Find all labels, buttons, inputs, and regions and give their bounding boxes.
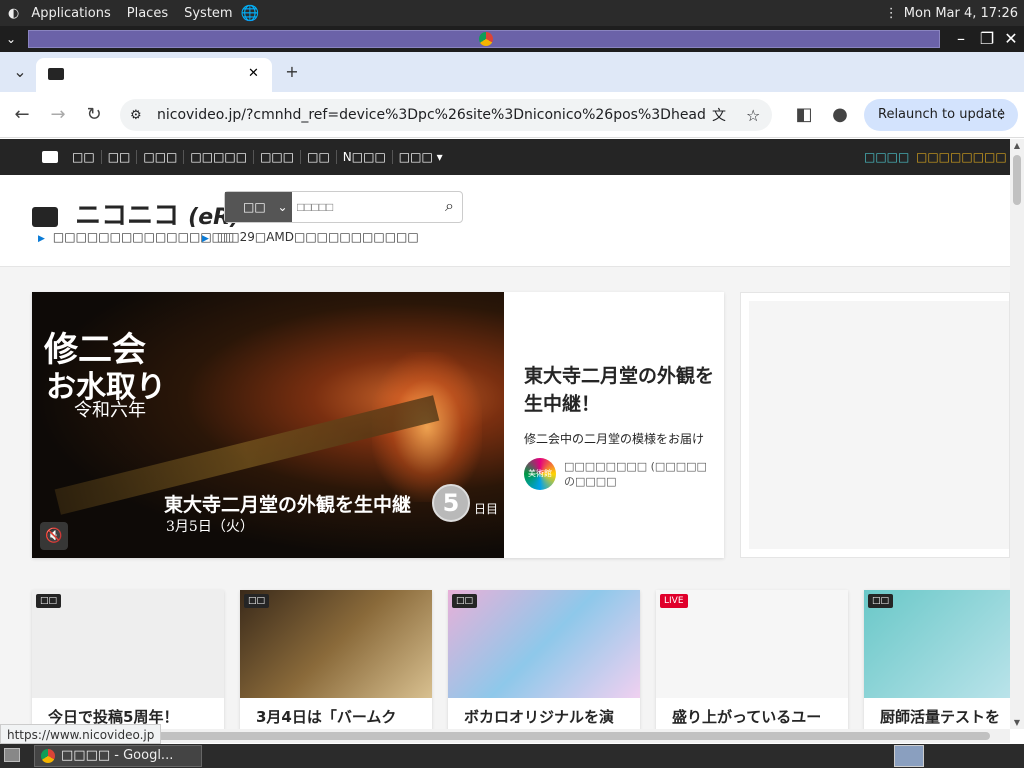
nav-item[interactable]: □□□□□ (184, 150, 255, 164)
address-bar[interactable]: ⚙ nicovideo.jp/?cmnhd_ref=device%3Dpc%26… (120, 99, 772, 131)
reload-icon[interactable]: ↻ (82, 103, 106, 127)
tab-niconico[interactable]: ✕ (36, 58, 272, 92)
nav-item[interactable]: N□□□ (337, 150, 393, 164)
new-tab-icon[interactable]: + (280, 60, 304, 84)
day-badge: 5 (432, 484, 470, 522)
featured-description: 修二会中の二月堂の模様をお届け (524, 432, 705, 446)
card-tag: □□ (244, 594, 270, 608)
nav-item[interactable]: □□ (301, 150, 337, 164)
card-title[interactable]: 3月4日は「バームク (256, 706, 432, 727)
scroll-up-icon[interactable]: ▲ (1010, 141, 1024, 150)
content-card[interactable]: □□ 厨師活量テストを (864, 590, 1010, 729)
search-category-select[interactable]: □□ ⌄ (225, 192, 292, 222)
window-menu-chevron-icon[interactable]: ⌄ (0, 32, 16, 46)
horizontal-scrollbar[interactable] (150, 729, 1010, 743)
web-page: □□ □□ □□□ □□□□□ □□□ □□ N□□□ □□□ ▾ □□□□ □… (0, 139, 1010, 729)
search-category-label: □□ (243, 200, 266, 214)
applications-menu[interactable]: Applications (23, 6, 118, 21)
minimize-icon[interactable]: – (950, 28, 972, 50)
ad-box (740, 292, 1010, 558)
nav-right-link-1[interactable]: □□□□ (864, 150, 909, 164)
day-badge-suffix: 日目 (474, 502, 499, 516)
browser-toolbar: ← → ↻ ⚙ nicovideo.jp/?cmnhd_ref=device%3… (0, 92, 1024, 138)
nav-item[interactable]: □□□ (137, 150, 185, 164)
kebab-menu-icon[interactable]: ⋮ (995, 99, 1008, 131)
mute-icon[interactable]: 🔇 (40, 522, 68, 550)
nav-item[interactable]: □□ (102, 150, 138, 164)
maximize-icon[interactable]: ❐ (976, 28, 998, 50)
nav-item[interactable]: □□ (66, 150, 102, 164)
featured-image-year: 令和六年 (74, 400, 146, 421)
logo-text: ニコニコ (75, 201, 180, 231)
tab-strip: ⌄ ✕ + (0, 52, 1024, 92)
profile-icon[interactable]: ● (828, 103, 852, 127)
featured-image-caption: 東大寺二月堂の外観を生中継 (164, 494, 412, 516)
bottom-panel: □□□□ - Googl... (0, 744, 1024, 768)
search-box: □□ ⌄ ⌕ (224, 191, 463, 223)
site-info-icon[interactable]: ⚙ (130, 108, 142, 123)
nav-right-link-2[interactable]: □□□□□□□□ (916, 150, 1007, 164)
relaunch-label: Relaunch to update (878, 107, 1006, 122)
card-tag: □□ (868, 594, 894, 608)
translate-icon[interactable]: 文 (712, 105, 726, 125)
top-panel: ◐ Applications Places System 🌐 ⋮ Mon Mar… (0, 0, 1024, 26)
niconico-logo[interactable]: ニコニコ (eR) (32, 195, 240, 232)
content-card[interactable]: □□ 3月4日は「バームク (240, 590, 432, 729)
card-title[interactable]: 厨師活量テストを (880, 706, 1010, 727)
window-titlebar: ⌄ – ❐ ✕ (0, 26, 1024, 52)
nav-item[interactable]: □□□ (254, 150, 302, 164)
search-input[interactable] (297, 196, 427, 218)
trend-link-2[interactable]: □□29□AMD□□□□□□□□□□□ (202, 230, 419, 244)
featured-image-date: 3月5日（火） (166, 519, 254, 535)
content-card[interactable]: □□ 今日で投稿5周年！ (32, 590, 224, 729)
relaunch-to-update-button[interactable]: Relaunch to update ⋮ (864, 99, 1018, 131)
site-nav-bar: □□ □□ □□□ □□□□□ □□□ □□ N□□□ □□□ ▾ □□□□ □… (0, 139, 1010, 175)
niconico-tv-icon[interactable] (42, 151, 58, 163)
content-card[interactable]: LIVE 盛り上がっているユー (656, 590, 848, 729)
tab-close-icon[interactable]: ✕ (248, 66, 259, 81)
featured-title[interactable]: 東大寺二月堂の外観を生中継！ (524, 362, 714, 418)
search-icon[interactable]: ⌕ (445, 196, 454, 216)
featured-banner[interactable]: 修二会 お水取り 令和六年 東大寺二月堂の外観を生中継 3月5日（火） 5 日目… (32, 292, 724, 558)
back-icon[interactable]: ← (10, 103, 34, 127)
tab-search-chevron-icon[interactable]: ⌄ (8, 60, 32, 84)
live-badge: LIVE (660, 594, 688, 608)
system-menu[interactable]: System (176, 6, 240, 21)
taskbar-chrome-window[interactable]: □□□□ - Googl... (34, 745, 202, 767)
clock[interactable]: Mon Mar 4, 17:26 (904, 6, 1018, 21)
channel-avatar[interactable]: 美術館 (524, 458, 556, 490)
close-icon[interactable]: ✕ (1000, 28, 1022, 50)
side-panel-icon[interactable]: ◧ (792, 103, 816, 127)
card-tag: □□ (36, 594, 62, 608)
bookmark-star-icon[interactable]: ☆ (746, 106, 760, 125)
status-url: https://www.nicovideo.jp (0, 724, 162, 744)
scroll-thumb[interactable] (1013, 155, 1021, 205)
window-title-strip[interactable] (28, 30, 940, 48)
hscroll-thumb[interactable] (150, 732, 990, 740)
nav-more-dropdown[interactable]: □□□ ▾ (393, 150, 449, 164)
vertical-scrollbar[interactable]: ▲ ▼ (1010, 139, 1024, 729)
chevron-down-icon: ⌄ (277, 200, 288, 214)
card-tag: □□ (452, 594, 478, 608)
places-menu[interactable]: Places (119, 6, 176, 21)
content-card[interactable]: □□ ボカロオリジナルを演 (448, 590, 640, 729)
site-header: ニコニコ (eR) □□ ⌄ ⌕ □□□□□□□□□□□□□□□□ □□29□A… (0, 175, 1010, 267)
logo-tv-icon (32, 206, 58, 227)
card-title[interactable]: ボカロオリジナルを演 (464, 706, 640, 727)
scroll-down-icon[interactable]: ▼ (1010, 718, 1024, 727)
globe-icon[interactable]: 🌐 (241, 4, 260, 22)
url-text[interactable]: nicovideo.jp/?cmnhd_ref=device%3Dpc%26si… (157, 107, 705, 123)
panel-menu-icon[interactable]: ⋮ (885, 6, 898, 21)
gnome-foot-icon[interactable]: ◐ (0, 6, 23, 21)
featured-image[interactable]: 修二会 お水取り 令和六年 東大寺二月堂の外観を生中継 3月5日（火） 5 日目… (32, 292, 504, 558)
workspace-switcher[interactable] (894, 745, 924, 767)
tv-favicon-icon (48, 68, 64, 80)
forward-icon[interactable]: → (46, 103, 70, 127)
ad-placeholder (749, 301, 1009, 549)
card-title[interactable]: 盛り上がっているユー (672, 706, 848, 727)
show-desktop-icon[interactable] (4, 748, 20, 762)
chrome-icon (479, 32, 493, 46)
task-label: □□□□ - Googl... (61, 748, 174, 763)
channel-name[interactable]: □□□□□□□□ (□□□□□の□□□□ (564, 459, 714, 489)
